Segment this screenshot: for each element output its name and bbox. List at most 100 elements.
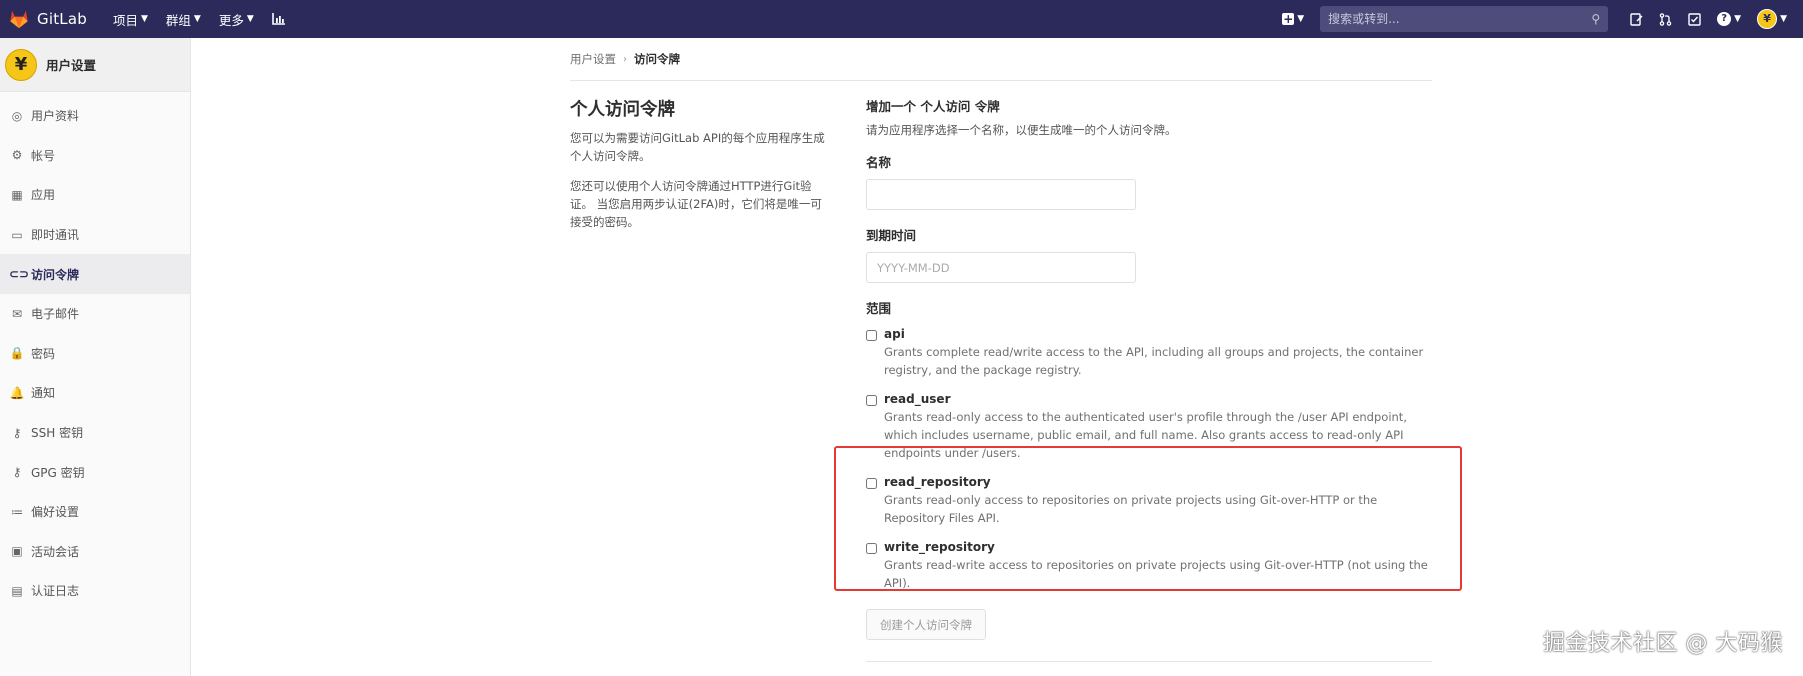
divider [570, 80, 1432, 81]
breadcrumb-current[interactable]: 访问令牌 [634, 51, 680, 67]
chevron-down-icon: ▼ [1734, 14, 1742, 24]
sidebar-item-label: 通知 [31, 386, 56, 401]
menu-more-label: 更多 [218, 12, 244, 28]
profile-icon: ◎ [11, 108, 23, 123]
sessions-icon: ▣ [11, 544, 23, 559]
settings-sidebar: ¥ 用户设置 ◎ 用户资料 ⚙ 帐号 ▦ 应用 ▭ 即时通讯 ⊂⊃ 访问令牌 ✉ 电子邮件 🔒 密码 🔔 通知… [0, 38, 191, 676]
sidebar-item[interactable]: ⚷ GPG 密钥 [0, 452, 190, 492]
sidebar-item[interactable]: ▦ 应用 [0, 175, 190, 215]
token-name-input[interactable] [866, 179, 1136, 210]
page-title: 个人访问令牌 [570, 100, 675, 120]
sidebar-item[interactable]: ⚷ SSH 密钥 [0, 413, 190, 453]
scope-read-repository: read_repository Grants read-only access … [866, 475, 1432, 527]
sidebar-item-label: 认证日志 [31, 584, 80, 599]
help-dropdown[interactable]: ? ▼ [1717, 12, 1741, 26]
expires-label: 到期时间 [866, 228, 917, 243]
sidebar-item-label: GPG 密钥 [31, 465, 85, 480]
scope-api-checkbox[interactable] [866, 330, 877, 341]
scope-description: Grants complete read/write access to the… [884, 345, 1424, 377]
todos-icon[interactable] [1688, 12, 1701, 26]
main-menu: 项目 ▼ 群组 ▼ 更多 ▼ [113, 0, 286, 38]
menu-more[interactable]: 更多 ▼ [219, 10, 254, 29]
sidebar-item[interactable]: ⚙ 帐号 [0, 136, 190, 176]
scope-name[interactable]: read_repository [884, 475, 1432, 489]
brand-name: GitLab [37, 10, 87, 28]
sidebar-item[interactable]: ▤ 认证日志 [0, 571, 190, 611]
sidebar-item-label: 用户资料 [31, 109, 80, 124]
create-token-button[interactable]: 创建个人访问令牌 [866, 609, 986, 640]
preferences-icon: ≔ [11, 504, 23, 519]
chevron-down-icon: ▼ [1780, 14, 1787, 24]
scope-description: Grants read-write access to repositories… [884, 558, 1428, 590]
navbar-right: +▼ ⚲ ? ▼ ¥ ▼ [1282, 0, 1803, 38]
scope-read-user: read_user Grants read-only access to the… [866, 392, 1432, 462]
sidebar-nav: ◎ 用户资料 ⚙ 帐号 ▦ 应用 ▭ 即时通讯 ⊂⊃ 访问令牌 ✉ 电子邮件 🔒 密码 🔔 通知 ⚷ SSH 密钥… [0, 96, 190, 611]
scope-name[interactable]: api [884, 327, 1432, 341]
notification-icon: 🔔 [9, 385, 25, 400]
scope-write-repository-checkbox[interactable] [866, 543, 877, 554]
token-form: 增加一个 个人访问 令牌 请为应用程序选择一个名称，以便生成唯一的个人访问令牌。… [866, 96, 1432, 592]
scope-read-repository-checkbox[interactable] [866, 478, 877, 489]
scope-name[interactable]: write_repository [884, 540, 1432, 554]
search-box: ⚲ [1320, 6, 1609, 32]
menu-groups[interactable]: 群组 ▼ [166, 10, 201, 29]
email-icon: ✉ [11, 306, 23, 321]
chevron-down-icon: ▼ [193, 14, 201, 24]
avatar: ¥ [5, 48, 37, 81]
chat-icon: ▭ [11, 227, 23, 242]
user-menu[interactable]: ¥ ▼ [1757, 9, 1787, 29]
scope-write-repository: write_repository Grants read-write acces… [866, 540, 1432, 592]
watermark: 掘金技术社区 @ 大码猴 [1543, 631, 1783, 656]
search-input[interactable] [1328, 12, 1569, 26]
expires-at-input[interactable] [866, 252, 1136, 283]
activity-chart-icon[interactable] [271, 13, 286, 25]
gitlab-logo[interactable]: GitLab [8, 0, 87, 38]
avatar: ¥ [1757, 9, 1778, 29]
search-icon[interactable]: ⚲ [1591, 12, 1600, 26]
key-icon: ⚷ [12, 425, 22, 440]
sidebar-item-label: 即时通讯 [31, 228, 80, 243]
intro-paragraph: 您还可以使用个人访问令牌通过HTTP进行Git验证。 当您启用两步认证(2FA)… [570, 179, 822, 229]
sidebar-item[interactable]: ≔ 偏好设置 [0, 492, 190, 532]
merge-requests-icon[interactable] [1659, 12, 1672, 26]
sidebar-header[interactable]: ¥ 用户设置 [0, 38, 190, 92]
sidebar-item[interactable]: ▣ 活动会话 [0, 532, 190, 572]
chevron-down-icon: ▼ [1297, 14, 1305, 24]
scope-api: api Grants complete read/write access to… [866, 327, 1432, 379]
menu-projects[interactable]: 项目 ▼ [113, 10, 148, 29]
sidebar-item-label: 活动会话 [31, 544, 80, 559]
scope-description: Grants read-only access to the authentic… [884, 410, 1407, 460]
divider [866, 661, 1432, 662]
sidebar-item-label: 偏好设置 [31, 505, 80, 520]
top-navbar: GitLab 项目▼ 群组▼ 更多▼ +▼ ⚲ ? ▼ ¥ ▼ [0, 0, 1803, 38]
new-item-dropdown[interactable]: + ▼ [1282, 13, 1304, 25]
sidebar-item[interactable]: ◎ 用户资料 [0, 96, 190, 136]
scope-read-user-checkbox[interactable] [866, 395, 877, 406]
sidebar-item[interactable]: ▭ 即时通讯 [0, 215, 190, 255]
sidebar-item[interactable]: ✉ 电子邮件 [0, 294, 190, 334]
log-icon: ▤ [11, 583, 23, 598]
sidebar-item-label: 访问令牌 [31, 267, 80, 282]
account-icon: ⚙ [11, 148, 23, 163]
sidebar-item[interactable]: 🔔 通知 [0, 373, 190, 413]
applications-icon: ▦ [11, 187, 23, 202]
scope-name[interactable]: read_user [884, 392, 1432, 406]
gitlab-fox-icon [10, 10, 28, 29]
issues-icon[interactable] [1630, 12, 1643, 26]
menu-projects-label: 项目 [112, 12, 138, 28]
breadcrumb-parent[interactable]: 用户设置 [570, 51, 616, 67]
sidebar-item[interactable]: 🔒 密码 [0, 334, 190, 374]
form-subheading: 请为应用程序选择一个名称，以便生成唯一的个人访问令牌。 [866, 123, 1177, 137]
menu-groups-label: 群组 [165, 12, 191, 28]
intro-paragraph: 您可以为需要访问GitLab API的每个应用程序生成个人访问令牌。 [570, 131, 825, 163]
breadcrumb: 用户设置 › 访问令牌 [570, 51, 680, 67]
form-heading: 增加一个 个人访问 令牌 [866, 99, 1000, 114]
chevron-down-icon: ▼ [140, 14, 148, 24]
sidebar-item-label: 电子邮件 [31, 307, 80, 322]
sidebar-title: 用户设置 [46, 58, 97, 73]
sidebar-item[interactable]: ⊂⊃ 访问令牌 [0, 254, 190, 294]
sidebar-item-label: 密码 [31, 346, 56, 361]
key-icon: ⚷ [12, 465, 22, 480]
chevron-down-icon: ▼ [246, 14, 254, 24]
sidebar-item-label: SSH 密钥 [31, 426, 84, 441]
